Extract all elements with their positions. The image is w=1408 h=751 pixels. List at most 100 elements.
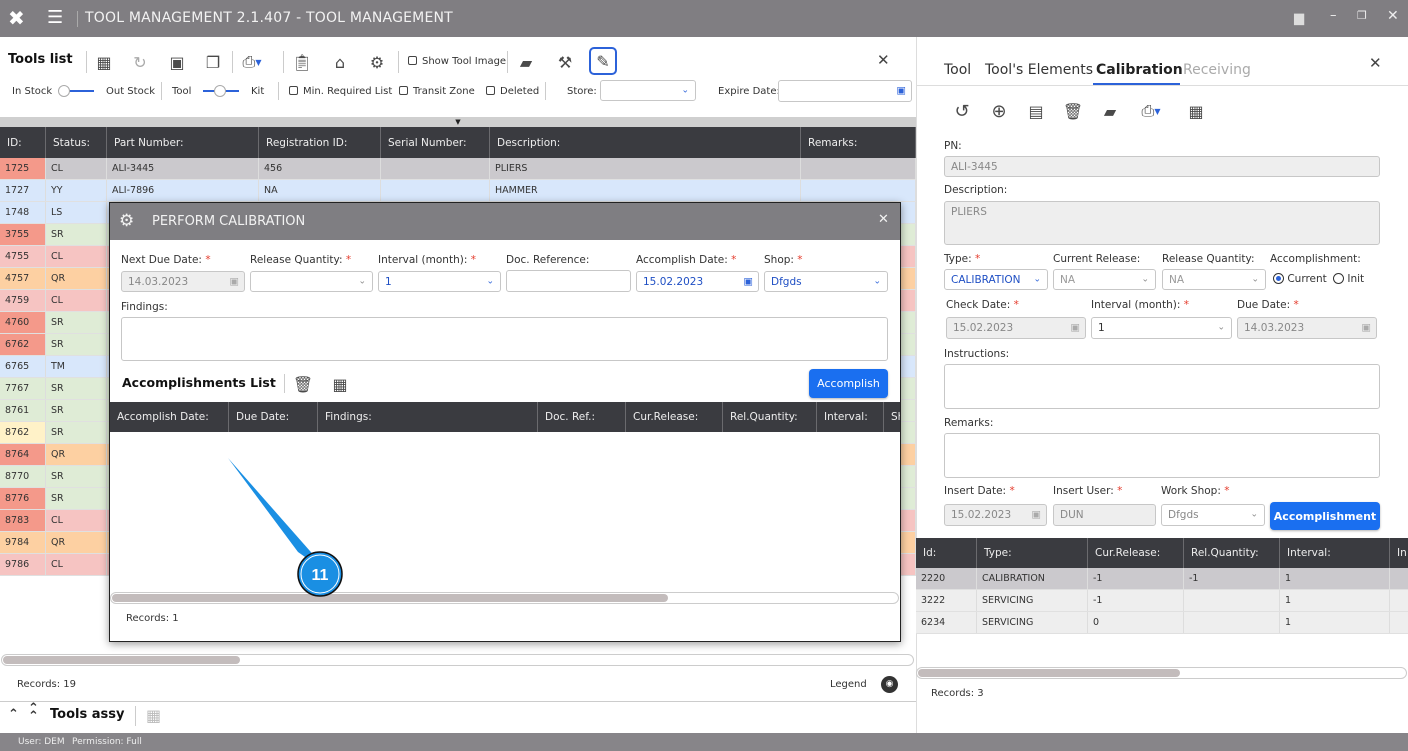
current-release-select[interactable]: NA ⌄: [1053, 269, 1156, 290]
column-header[interactable]: ID:: [0, 127, 46, 158]
copy-icon[interactable]: ❐: [202, 51, 224, 73]
column-header[interactable]: Remarks:: [801, 127, 916, 158]
close-panel-button[interactable]: ✕: [1369, 54, 1382, 72]
column-header[interactable]: Rel.Quantity:: [723, 402, 817, 432]
accomplishment-button[interactable]: Accomplishment: [1270, 502, 1380, 530]
calendar-icon: ▣: [896, 85, 906, 97]
doc-reference-input[interactable]: [506, 270, 631, 292]
column-header[interactable]: In: [1390, 538, 1408, 568]
legend-label[interactable]: Legend: [830, 679, 867, 690]
column-header[interactable]: Accomplish Date:: [110, 402, 229, 432]
tab-tool-s-elements[interactable]: Tool's Elements: [985, 62, 1093, 78]
edit-note-icon[interactable]: ✎: [589, 47, 617, 75]
print-icon[interactable]: ⎙ ▼: [1140, 100, 1162, 122]
permission-status: Permission: Full: [72, 737, 142, 747]
store-select[interactable]: ⌄: [600, 80, 696, 101]
expire-date-input[interactable]: ▣: [778, 80, 912, 102]
eye-icon[interactable]: ◉: [881, 676, 898, 693]
work-shop-select[interactable]: Dfgds ⌄: [1161, 504, 1265, 526]
minimize-button[interactable]: –: [1330, 8, 1337, 23]
column-header[interactable]: Cur.Release:: [626, 402, 723, 432]
table-row[interactable]: 1727 YY ALI-7896 NA HAMMER: [0, 180, 916, 202]
column-header[interactable]: Status:: [46, 127, 107, 158]
accomplishments-list-title: Accomplishments List: [122, 375, 276, 390]
column-header[interactable]: Registration ID:: [259, 127, 381, 158]
collapse-all-icon[interactable]: ⌃ ⌃: [28, 702, 39, 723]
column-header[interactable]: Interval:: [817, 402, 884, 432]
dialog-close-button[interactable]: ✕: [878, 212, 889, 227]
column-header[interactable]: Id:: [916, 538, 977, 568]
column-header[interactable]: Part Number:: [107, 127, 259, 158]
column-header[interactable]: Findings:: [318, 402, 538, 432]
close-window-button[interactable]: ✕: [1387, 8, 1399, 24]
calibration-table-scrollbar[interactable]: [916, 667, 1407, 679]
table-row[interactable]: 1725 CL ALI-3445 456 PLIERS: [0, 158, 916, 180]
accomplish-button[interactable]: Accomplish: [809, 369, 888, 398]
findings-label: Findings:: [121, 301, 168, 313]
print-icon[interactable]: ⎙ ▼: [241, 51, 263, 73]
delete-icon[interactable]: 🗑︎: [1062, 100, 1084, 122]
transit-zone-checkbox[interactable]: Transit Zone: [399, 86, 475, 97]
radio-current[interactable]: Current: [1273, 273, 1327, 285]
table-cell: SERVICING: [977, 612, 1088, 633]
excel-export-icon[interactable]: ▦: [329, 373, 351, 395]
column-header[interactable]: Due Date:: [229, 402, 318, 432]
toolbox-icon[interactable]: ▣: [166, 51, 188, 73]
column-header[interactable]: Serial Number:: [381, 127, 490, 158]
release-quantity-select[interactable]: ⌄: [250, 271, 373, 292]
column-header[interactable]: Doc. Ref.:: [538, 402, 626, 432]
splitter-handle[interactable]: ▼: [0, 117, 916, 127]
save-icon[interactable]: ▤: [1025, 100, 1047, 122]
column-header[interactable]: Description:: [490, 127, 801, 158]
column-header[interactable]: Interval:: [1280, 538, 1390, 568]
table-row[interactable]: 3222 SERVICING -1 1: [916, 590, 1408, 612]
findings-textarea[interactable]: [121, 317, 888, 361]
tab-calibration[interactable]: Calibration: [1096, 62, 1183, 78]
shop-select[interactable]: Dfgds ⌄: [764, 271, 888, 292]
folder-icon[interactable]: ▰: [515, 51, 537, 73]
accomplish-date-input[interactable]: 15.02.2023 ▣: [636, 271, 759, 292]
min-required-checkbox[interactable]: Min. Required List: [289, 86, 392, 97]
excel-export-icon[interactable]: ▦: [1185, 100, 1207, 122]
type-select[interactable]: CALIBRATION ⌄: [944, 269, 1048, 290]
excel-export-icon[interactable]: ▦: [93, 51, 115, 73]
instructions-textarea[interactable]: [944, 364, 1380, 409]
tools-table-scrollbar[interactable]: [1, 654, 914, 666]
close-panel-button[interactable]: ✕: [877, 51, 890, 69]
shop-label: Shop: *: [764, 254, 803, 266]
table-row[interactable]: 6234 SERVICING 0 1: [916, 612, 1408, 634]
radio-init[interactable]: Init: [1333, 273, 1364, 285]
table-row[interactable]: 2220 CALIBRATION -1 -1 1: [916, 568, 1408, 590]
stock-toggle[interactable]: [58, 85, 94, 97]
hand-gear-icon[interactable]: ⚙: [366, 51, 388, 73]
refresh-icon[interactable]: ↻: [129, 51, 151, 73]
tab-receiving[interactable]: Receiving: [1183, 62, 1251, 78]
tab-tool[interactable]: Tool: [944, 62, 971, 78]
interval-select[interactable]: 1 ⌄: [378, 271, 501, 292]
deleted-checkbox[interactable]: Deleted: [486, 86, 539, 97]
restore-button[interactable]: ❐: [1357, 9, 1367, 22]
excel-export-icon[interactable]: ▦: [146, 706, 161, 725]
column-header[interactable]: Sh: [884, 402, 900, 432]
column-header[interactable]: Rel.Quantity:: [1184, 538, 1280, 568]
column-header[interactable]: Type:: [977, 538, 1088, 568]
tools-icon[interactable]: ⚒: [554, 51, 576, 73]
cell-status: SR: [46, 422, 107, 443]
add-icon[interactable]: ⊕: [988, 100, 1010, 122]
menu-icon[interactable]: ☰: [47, 7, 63, 28]
tool-kit-toggle[interactable]: [203, 85, 239, 97]
description-label: Description:: [944, 184, 1008, 196]
delete-icon[interactable]: 🗑︎: [292, 373, 314, 395]
undo-icon[interactable]: ↺: [951, 100, 973, 122]
release-quantity-select[interactable]: NA ⌄: [1162, 269, 1266, 290]
remarks-textarea[interactable]: [944, 433, 1380, 478]
notification-icon[interactable]: ▆: [1294, 11, 1304, 26]
collapse-icon[interactable]: ⌃: [8, 707, 19, 722]
insert-user-input: DUN: [1053, 504, 1156, 526]
clipboard-icon[interactable]: 📋︎: [291, 51, 313, 73]
interval-select[interactable]: 1 ⌄: [1091, 317, 1232, 339]
show-tool-image-checkbox[interactable]: Show Tool Image: [408, 56, 506, 67]
home-icon[interactable]: ⌂: [329, 51, 351, 73]
folder-icon[interactable]: ▰: [1099, 100, 1121, 122]
column-header[interactable]: Cur.Release:: [1088, 538, 1184, 568]
